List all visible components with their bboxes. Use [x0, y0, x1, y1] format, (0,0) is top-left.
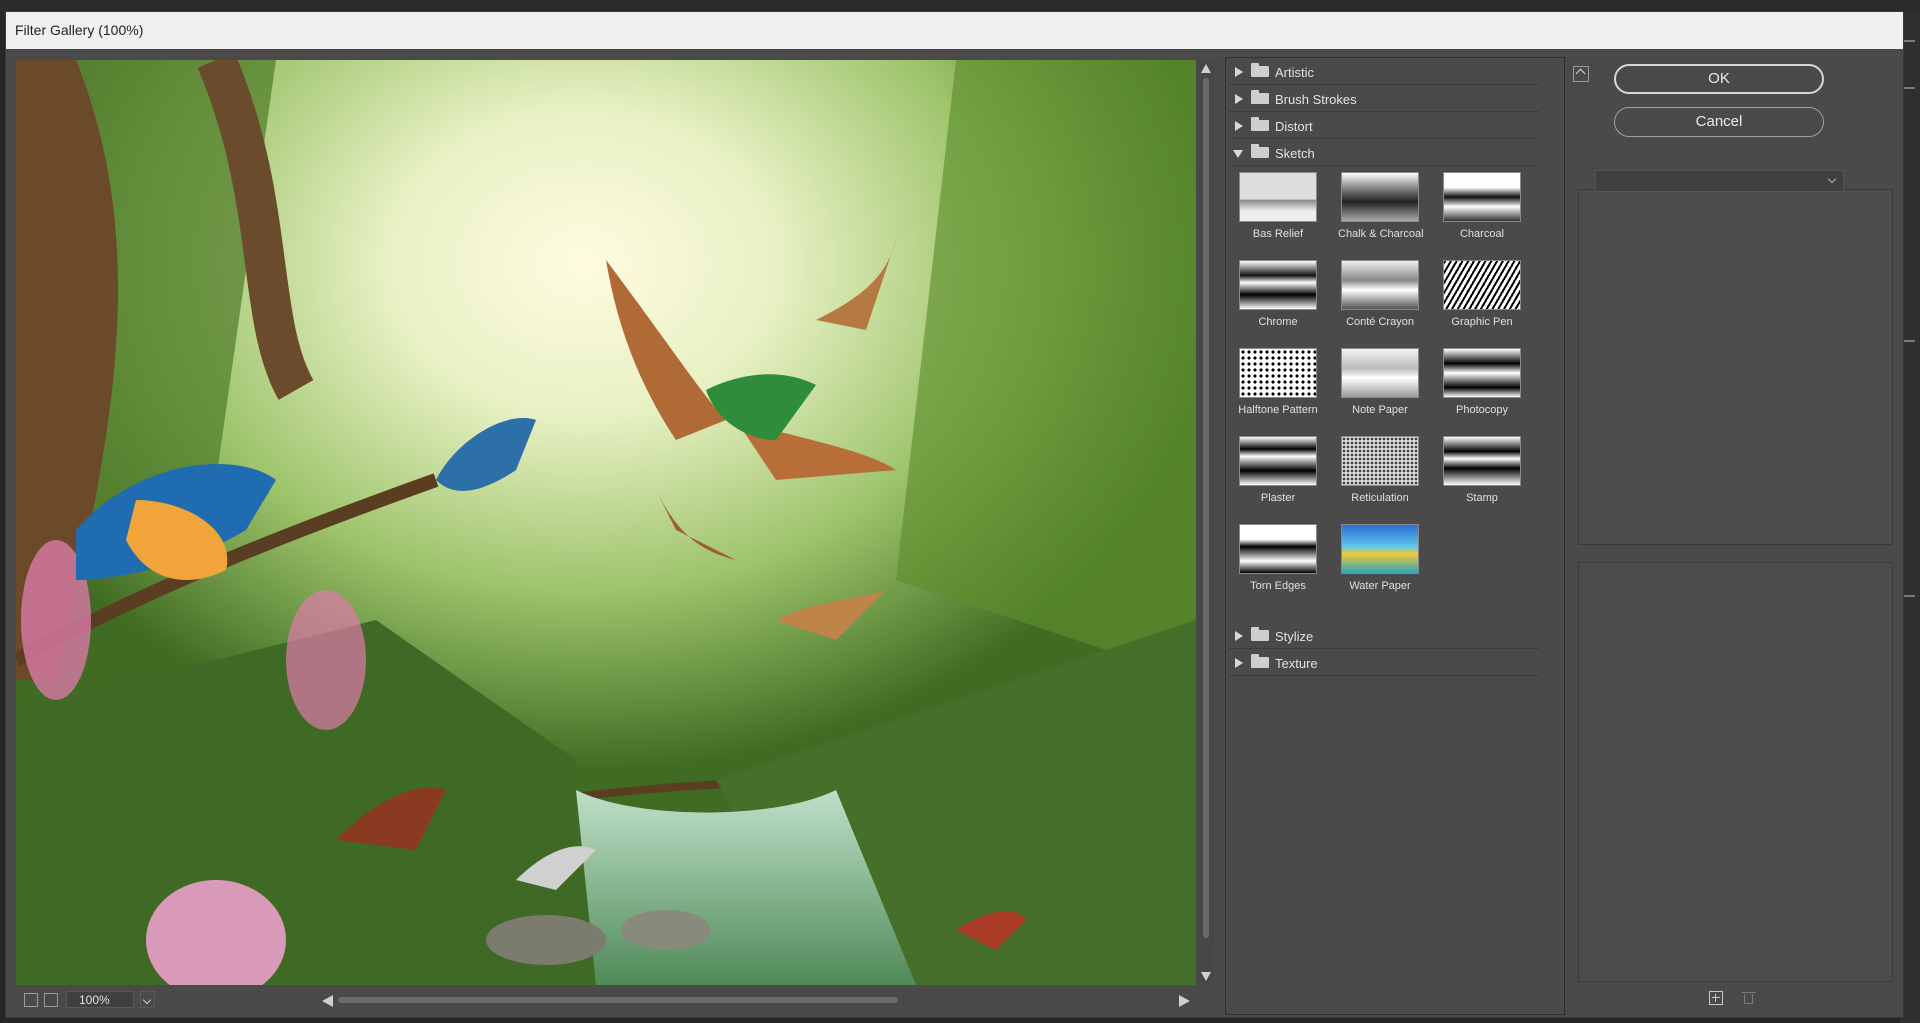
filter-thumb-halftone-pattern[interactable]: Halftone Pattern — [1236, 348, 1320, 428]
folder-icon — [1251, 90, 1269, 104]
category-brush-strokes[interactable]: Brush Strokes — [1229, 87, 1539, 112]
filter-name: Chrome — [1258, 316, 1298, 328]
filter-thumb-note-paper[interactable]: Note Paper — [1338, 348, 1422, 428]
category-texture[interactable]: Texture — [1229, 651, 1539, 676]
thumbnail-image — [1443, 348, 1521, 398]
collapse-triangle-icon[interactable] — [1233, 150, 1243, 158]
filter-name: Reticulation — [1351, 492, 1409, 504]
panel-grip — [1903, 40, 1915, 42]
filter-thumb-conte-crayon[interactable]: Conté Crayon — [1338, 260, 1422, 340]
new-effect-layer-icon[interactable] — [1709, 991, 1723, 1005]
filter-name: Graphic Pen — [1451, 316, 1513, 328]
filter-name: Halftone Pattern — [1238, 404, 1318, 416]
category-artistic[interactable]: Artistic — [1229, 60, 1539, 85]
cancel-button[interactable]: Cancel — [1614, 107, 1824, 137]
filter-name: Stamp — [1466, 492, 1498, 504]
category-label: Brush Strokes — [1275, 92, 1357, 107]
delete-effect-layer-icon[interactable] — [1742, 991, 1756, 1005]
zoom-level-field[interactable]: 100% — [66, 991, 134, 1008]
expand-triangle-icon[interactable] — [1235, 94, 1243, 104]
scroll-down-icon[interactable] — [1201, 972, 1211, 981]
panel-grip — [1903, 340, 1915, 342]
filter-thumb-reticulation[interactable]: Reticulation — [1338, 436, 1422, 516]
filter-thumb-photocopy[interactable]: Photocopy — [1440, 348, 1524, 428]
filter-gallery-dialog: Filter Gallery (100%) 100% Artistic Brus… — [5, 11, 1904, 1018]
category-sketch[interactable]: Sketch — [1229, 141, 1539, 166]
thumbnail-image — [1341, 260, 1419, 310]
scroll-up-icon[interactable] — [1201, 64, 1211, 73]
collapse-panel-icon[interactable] — [1573, 66, 1589, 82]
filter-thumb-water-paper[interactable]: Water Paper — [1338, 524, 1422, 604]
open-folder-icon — [1251, 144, 1269, 158]
filter-name: Torn Edges — [1250, 580, 1306, 592]
filter-settings-panel — [1578, 189, 1893, 545]
preview-horizontal-scrollbar[interactable] — [316, 992, 1196, 1008]
filter-name: Water Paper — [1349, 580, 1411, 592]
filter-thumb-chalk-charcoal[interactable]: Chalk & Charcoal — [1338, 172, 1424, 252]
category-label: Texture — [1275, 656, 1318, 671]
filter-name: Chalk & Charcoal — [1338, 228, 1424, 240]
filter-thumb-chrome[interactable]: Chrome — [1236, 260, 1320, 340]
scroll-right-icon[interactable] — [1179, 995, 1190, 1007]
filter-thumb-charcoal[interactable]: Charcoal — [1440, 172, 1524, 252]
dialog-titlebar: Filter Gallery (100%) — [6, 12, 1903, 49]
filter-thumb-bas-relief[interactable]: Bas Relief — [1236, 172, 1320, 252]
thumbnail-image — [1239, 172, 1317, 222]
thumbnail-image — [1443, 436, 1521, 486]
category-label: Artistic — [1275, 65, 1314, 80]
filter-thumb-torn-edges[interactable]: Torn Edges — [1236, 524, 1320, 604]
filter-name: Bas Relief — [1252, 228, 1304, 240]
filter-list-panel: Artistic Brush Strokes Distort Sketch Ba… — [1225, 57, 1565, 1015]
zoom-in-icon[interactable] — [44, 993, 58, 1007]
preview-canvas[interactable] — [16, 60, 1196, 985]
expand-triangle-icon[interactable] — [1235, 631, 1243, 641]
category-distort[interactable]: Distort — [1229, 114, 1539, 139]
expand-triangle-icon[interactable] — [1235, 67, 1243, 77]
category-label: Sketch — [1275, 146, 1315, 161]
panel-grip — [1903, 595, 1915, 597]
thumbnail-image — [1443, 260, 1521, 310]
horizontal-scroll-thumb[interactable] — [338, 997, 898, 1003]
zoom-dropdown-icon[interactable] — [140, 991, 155, 1008]
preview-vertical-scrollbar[interactable] — [1198, 60, 1214, 985]
effect-layers-panel — [1578, 562, 1893, 982]
thumbnail-image — [1443, 172, 1521, 222]
filter-name: Photocopy — [1456, 404, 1508, 416]
filter-thumb-stamp[interactable]: Stamp — [1440, 436, 1524, 516]
filter-select-dropdown[interactable] — [1595, 170, 1844, 192]
thumbnail-image — [1239, 436, 1317, 486]
folder-icon — [1251, 63, 1269, 77]
panel-grip — [1903, 87, 1915, 89]
folder-icon — [1251, 627, 1269, 641]
folder-icon — [1251, 117, 1269, 131]
thumbnail-image — [1341, 348, 1419, 398]
filter-name: Charcoal — [1459, 228, 1505, 240]
sketch-filter-thumbnails: Bas Relief Chalk & Charcoal Charcoal Chr… — [1236, 172, 1536, 592]
ok-button[interactable]: OK — [1614, 64, 1824, 94]
scroll-left-icon[interactable] — [322, 995, 333, 1007]
zoom-out-icon[interactable] — [24, 993, 38, 1007]
thumbnail-image — [1239, 348, 1317, 398]
thumbnail-image — [1239, 524, 1317, 574]
filter-name: Conté Crayon — [1346, 316, 1414, 328]
thumbnail-image — [1341, 436, 1419, 486]
thumbnail-image — [1341, 172, 1419, 222]
filter-name: Plaster — [1260, 492, 1296, 504]
vertical-scroll-thumb[interactable] — [1203, 78, 1209, 938]
expand-triangle-icon[interactable] — [1235, 658, 1243, 668]
bird-forest-scene-image — [16, 60, 1196, 985]
thumbnail-image — [1341, 524, 1419, 574]
thumbnail-image — [1239, 260, 1317, 310]
filter-thumb-graphic-pen[interactable]: Graphic Pen — [1440, 260, 1524, 340]
folder-icon — [1251, 654, 1269, 668]
filter-name: Note Paper — [1352, 404, 1408, 416]
dialog-title: Filter Gallery (100%) — [15, 22, 144, 38]
category-label: Distort — [1275, 119, 1313, 134]
category-stylize[interactable]: Stylize — [1229, 624, 1539, 649]
filter-thumb-plaster[interactable]: Plaster — [1236, 436, 1320, 516]
expand-triangle-icon[interactable] — [1235, 121, 1243, 131]
category-label: Stylize — [1275, 629, 1314, 644]
preview-bottom-bar: 100% — [16, 990, 1216, 1012]
